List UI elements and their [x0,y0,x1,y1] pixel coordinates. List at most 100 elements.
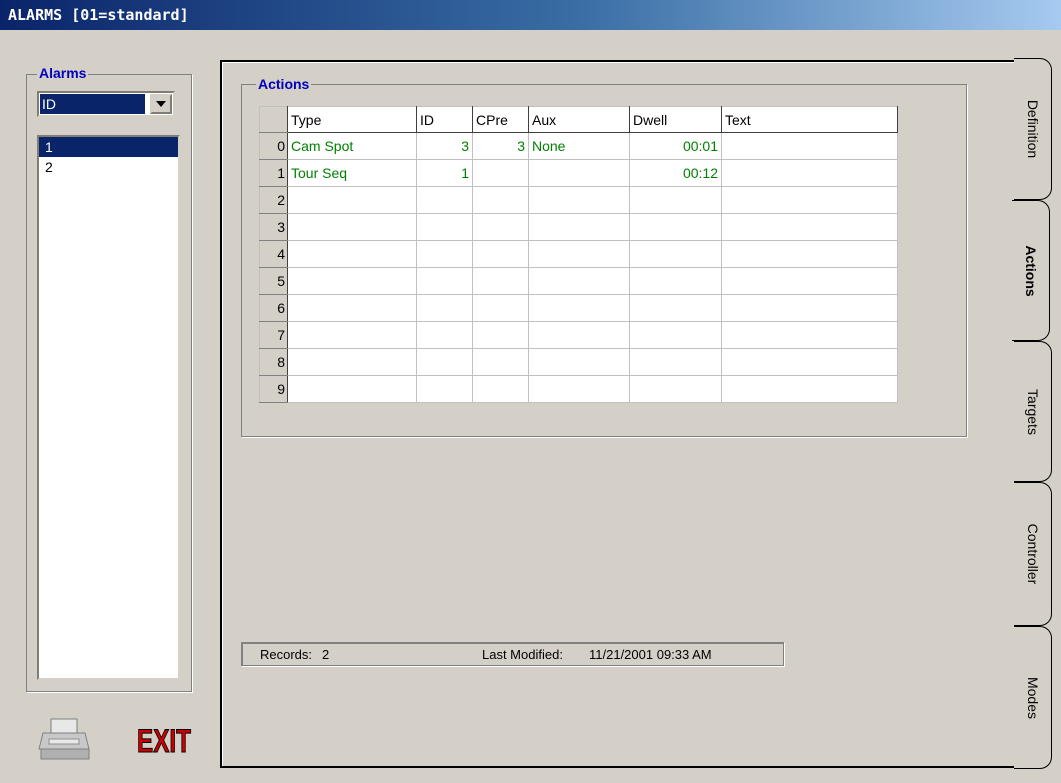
column-header-cpre[interactable]: CPre [472,106,529,133]
cell-dwell[interactable] [629,267,722,295]
column-header-dwell[interactable]: Dwell [629,106,722,133]
cell-cpre[interactable] [472,294,529,322]
cell-text[interactable] [721,132,898,160]
column-header-aux[interactable]: Aux [528,106,630,133]
table-row[interactable]: 4 [259,240,898,268]
cell-aux[interactable] [528,294,630,322]
cell-aux[interactable] [528,375,630,403]
list-item-1[interactable]: 1 [39,137,178,157]
cell-dwell[interactable] [629,348,722,376]
cell-aux[interactable] [528,348,630,376]
cell-aux[interactable] [528,267,630,295]
dropdown-button[interactable] [150,94,172,114]
cell-type[interactable]: Cam Spot [287,132,417,160]
cell-aux[interactable]: None [528,132,630,160]
cell-cpre[interactable]: 3 [472,132,529,160]
table-row[interactable]: 3 [259,213,898,241]
actions-grid[interactable]: Type ID CPre Aux Dwell Text 0 Cam Spot 3 3 N… [259,106,898,403]
cell-text[interactable] [721,348,898,376]
alarm-list[interactable]: 1 2 [37,135,180,680]
cell-cpre[interactable] [472,321,529,349]
cell-text[interactable] [721,186,898,214]
cell-id[interactable] [416,294,473,322]
cell-type[interactable] [287,321,417,349]
cell-id[interactable] [416,267,473,295]
cell-id[interactable] [416,240,473,268]
cell-aux[interactable] [528,321,630,349]
cell-id[interactable] [416,186,473,214]
cell-cpre[interactable] [472,375,529,403]
tab-definition[interactable]: Definition [1014,58,1052,200]
cell-text[interactable] [721,213,898,241]
cell-aux[interactable] [528,159,630,187]
cell-text[interactable] [721,375,898,403]
table-row[interactable]: 2 [259,186,898,214]
row-number: 7 [259,321,288,349]
table-row[interactable]: 1 Tour Seq 1 00:12 [259,159,898,187]
table-row[interactable]: 6 [259,294,898,322]
alarm-sort-select[interactable]: ID [37,91,175,117]
cell-cpre[interactable] [472,159,529,187]
cell-cpre[interactable] [472,267,529,295]
cell-id[interactable] [416,321,473,349]
cell-id[interactable]: 1 [416,159,473,187]
last-modified-value: 11/21/2001 09:33 AM [589,647,712,662]
table-row[interactable]: 5 [259,267,898,295]
cell-id[interactable]: 3 [416,132,473,160]
cell-id[interactable] [416,348,473,376]
row-number: 6 [259,294,288,322]
window-title: ALARMS [01=standard] [0,0,1061,30]
cell-id[interactable] [416,213,473,241]
cell-cpre[interactable] [472,240,529,268]
tab-controller[interactable]: Controller [1014,482,1052,626]
cell-text[interactable] [721,267,898,295]
cell-type[interactable] [287,213,417,241]
cell-dwell[interactable]: 00:01 [629,132,722,160]
cell-dwell[interactable] [629,213,722,241]
cell-aux[interactable] [528,213,630,241]
column-header-text[interactable]: Text [721,106,898,133]
exit-button[interactable]: EXIT [134,712,194,762]
column-header-type[interactable]: Type [287,106,417,133]
tab-targets[interactable]: Targets [1014,341,1052,482]
printer-icon [38,718,90,760]
cell-dwell[interactable] [629,186,722,214]
cell-id[interactable] [416,375,473,403]
table-row[interactable]: 7 [259,321,898,349]
cell-cpre[interactable] [472,186,529,214]
cell-type[interactable] [287,186,417,214]
cell-aux[interactable] [528,186,630,214]
grid-header-row: Type ID CPre Aux Dwell Text [259,106,898,133]
tab-modes[interactable]: Modes [1014,626,1052,769]
cell-dwell[interactable] [629,294,722,322]
table-row[interactable]: 0 Cam Spot 3 3 None 00:01 [259,132,898,160]
tab-actions[interactable]: Actions [1012,200,1050,341]
list-item-2[interactable]: 2 [39,157,178,177]
cell-dwell[interactable]: 00:12 [629,159,722,187]
cell-type[interactable]: Tour Seq [287,159,417,187]
cell-dwell[interactable] [629,375,722,403]
cell-text[interactable] [721,294,898,322]
cell-type[interactable] [287,267,417,295]
row-number: 3 [259,213,288,241]
cell-aux[interactable] [528,240,630,268]
cell-text[interactable] [721,159,898,187]
column-header-id[interactable]: ID [416,106,473,133]
cell-type[interactable] [287,294,417,322]
row-number: 1 [259,159,288,187]
cell-text[interactable] [721,321,898,349]
table-row[interactable]: 9 [259,375,898,403]
cell-dwell[interactable] [629,321,722,349]
print-button[interactable] [37,715,95,763]
cell-text[interactable] [721,240,898,268]
row-number: 9 [259,375,288,403]
table-row[interactable]: 8 [259,348,898,376]
cell-type[interactable] [287,348,417,376]
cell-cpre[interactable] [472,213,529,241]
cell-type[interactable] [287,240,417,268]
cell-type[interactable] [287,375,417,403]
cell-cpre[interactable] [472,348,529,376]
cell-dwell[interactable] [629,240,722,268]
records-count: 2 [322,647,330,662]
tab-label: Targets [1024,388,1041,435]
